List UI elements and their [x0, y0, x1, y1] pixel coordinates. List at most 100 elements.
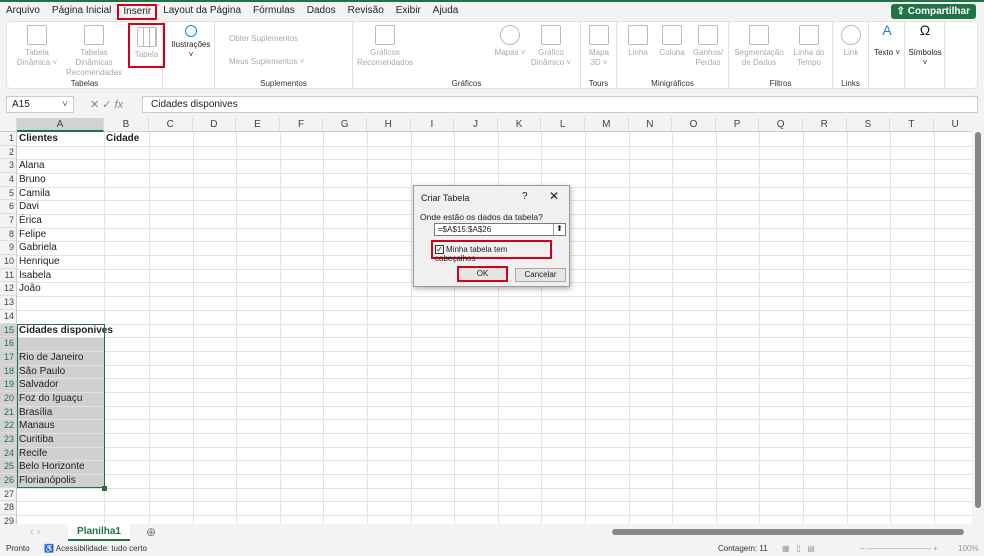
cell-A5[interactable]: Camila	[17, 187, 50, 201]
menu-tab-2[interactable]: Inserir	[117, 4, 158, 20]
illustrations-button[interactable]: Ilustrações ˅	[169, 25, 213, 60]
add-sheet-icon[interactable]: ⊕	[146, 525, 156, 539]
share-button[interactable]: ⇪ Compartilhar	[890, 4, 976, 19]
row-header[interactable]: 18	[0, 364, 17, 379]
menu-tab-5[interactable]: Dados	[301, 4, 342, 20]
name-box[interactable]: A15 ˅	[6, 96, 74, 113]
table-button[interactable]: Tabela	[128, 23, 165, 68]
row-header[interactable]: 25	[0, 460, 17, 474]
close-button[interactable]: ✕	[549, 189, 559, 203]
range-input[interactable]: =$A$15:$A$26 ⬆	[434, 223, 566, 236]
row-header[interactable]: 19	[0, 378, 17, 392]
column-header-G[interactable]: G	[323, 118, 367, 132]
row-header[interactable]: 6	[0, 200, 17, 215]
maps-button[interactable]: Mapas ˅	[493, 25, 527, 58]
column-header-R[interactable]: R	[803, 118, 847, 132]
slicer-button[interactable]: Segmentação de Dados	[731, 25, 787, 68]
row-header[interactable]: 13	[0, 296, 17, 310]
row-header[interactable]: 17	[0, 350, 17, 365]
tab-nav-arrows[interactable]: ‹ ›	[30, 526, 40, 538]
timeline-button[interactable]: Linha do Tempo	[789, 25, 829, 68]
accessibility-status[interactable]: ♿ Acessibilidade: tudo certo	[44, 541, 147, 556]
cell-A9[interactable]: Gabriela	[17, 241, 57, 255]
fx-icon[interactable]: ✕ ✓ fx	[90, 98, 123, 111]
checkbox-icon[interactable]: ✓	[435, 245, 444, 255]
formula-input[interactable]: Cidades disponives	[142, 96, 978, 113]
select-all-corner[interactable]	[0, 118, 17, 132]
row-header[interactable]: 4	[0, 173, 17, 187]
cell-A6[interactable]: Davi	[17, 200, 39, 214]
column-header-M[interactable]: M	[585, 118, 629, 132]
column-header-N[interactable]: N	[628, 118, 673, 132]
symbols-button[interactable]: Ω Símbolos ˅	[907, 23, 943, 68]
column-header-H[interactable]: H	[367, 118, 411, 132]
spreadsheet-grid[interactable]: A B C D E F G H I J K L M N O P Q R S T U 1 Clientes Cidade 2 3 Al…	[0, 118, 972, 524]
row-header[interactable]: 21	[0, 405, 17, 420]
my-addins-button[interactable]: Meus Suplementos ˅	[229, 57, 304, 66]
cell-A8[interactable]: Felipe	[17, 228, 46, 242]
recommended-pivot-button[interactable]: Tabelas Dinâmicas Recomendadas	[61, 25, 127, 78]
row-header[interactable]: 7	[0, 214, 17, 228]
row-header[interactable]: 12	[0, 282, 17, 297]
column-header-B[interactable]: B	[104, 118, 149, 132]
column-header-O[interactable]: O	[672, 118, 716, 132]
row-header[interactable]: 9	[0, 241, 17, 256]
get-addins-button[interactable]: Obter Suplementos	[229, 34, 298, 43]
menu-tab-7[interactable]: Exibir	[390, 4, 427, 20]
row-header[interactable]: 28	[0, 501, 17, 516]
row-header[interactable]: 11	[0, 268, 17, 283]
row-header[interactable]: 3	[0, 159, 17, 174]
headers-checkbox[interactable]: ✓ Minha tabela tem cabeçalhos	[431, 240, 552, 263]
fill-handle[interactable]	[102, 485, 107, 491]
row-header[interactable]: 8	[0, 227, 17, 242]
column-header-U[interactable]: U	[933, 118, 972, 132]
column-header-S[interactable]: S	[846, 118, 891, 132]
row-header[interactable]: 27	[0, 487, 17, 502]
column-header-C[interactable]: C	[149, 118, 193, 132]
sparkline-line-button[interactable]: Linha	[623, 25, 653, 58]
column-header-Q[interactable]: Q	[759, 118, 803, 132]
cell-A1[interactable]: Clientes	[17, 132, 58, 146]
menu-tab-4[interactable]: Fórmulas	[247, 4, 301, 20]
row-header[interactable]: 1	[0, 132, 17, 146]
vertical-scrollbar[interactable]	[972, 118, 984, 524]
column-header-D[interactable]: D	[192, 118, 237, 132]
cell-A12[interactable]: João	[17, 282, 41, 296]
row-header[interactable]: 29	[0, 515, 17, 524]
cell-A10[interactable]: Henrique	[17, 255, 60, 269]
collapse-icon[interactable]: ⬆	[553, 224, 565, 235]
column-header-P[interactable]: P	[715, 118, 760, 132]
row-header[interactable]: 16	[0, 337, 17, 351]
row-header[interactable]: 5	[0, 186, 17, 201]
row-header[interactable]: 10	[0, 255, 17, 269]
cell-A11[interactable]: Isabela	[17, 269, 51, 283]
zoom-slider[interactable]: − ———————— +	[860, 541, 938, 556]
cell-A7[interactable]: Érica	[17, 214, 42, 228]
cell-A3[interactable]: Alana	[17, 159, 45, 173]
row-header[interactable]: 22	[0, 419, 17, 433]
menu-tab-0[interactable]: Arquivo	[0, 4, 46, 20]
3d-map-button[interactable]: Mapa 3D ˅	[585, 25, 613, 68]
column-header-T[interactable]: T	[890, 118, 934, 132]
ok-button[interactable]: OK	[457, 266, 508, 282]
sparkline-winloss-button[interactable]: Ganhos/ Perdas	[691, 25, 725, 68]
row-header[interactable]: 26	[0, 474, 17, 488]
pivot-table-button[interactable]: Tabela Dinâmica ˅	[13, 25, 61, 68]
help-button[interactable]: ?	[522, 191, 528, 202]
cell-B1[interactable]: Cidade	[104, 132, 139, 146]
menu-tab-1[interactable]: Página Inicial	[46, 4, 117, 20]
row-header[interactable]: 2	[0, 145, 17, 160]
row-header[interactable]: 15	[0, 323, 17, 338]
column-header-E[interactable]: E	[236, 118, 280, 132]
column-header-F[interactable]: F	[279, 118, 324, 132]
row-header[interactable]: 24	[0, 446, 17, 461]
pivot-chart-button[interactable]: Gráfico Dinâmico ˅	[529, 25, 573, 68]
column-header-A[interactable]: A	[17, 118, 104, 132]
horizontal-scrollbar[interactable]	[612, 529, 964, 535]
sparkline-column-button[interactable]: Coluna	[657, 25, 687, 58]
column-header-J[interactable]: J	[454, 118, 498, 132]
menu-tab-6[interactable]: Revisão	[342, 4, 390, 20]
column-header-I[interactable]: I	[410, 118, 455, 132]
link-button[interactable]: Link	[837, 25, 865, 58]
sheet-tab-planilha1[interactable]: Planilha1	[68, 524, 130, 541]
